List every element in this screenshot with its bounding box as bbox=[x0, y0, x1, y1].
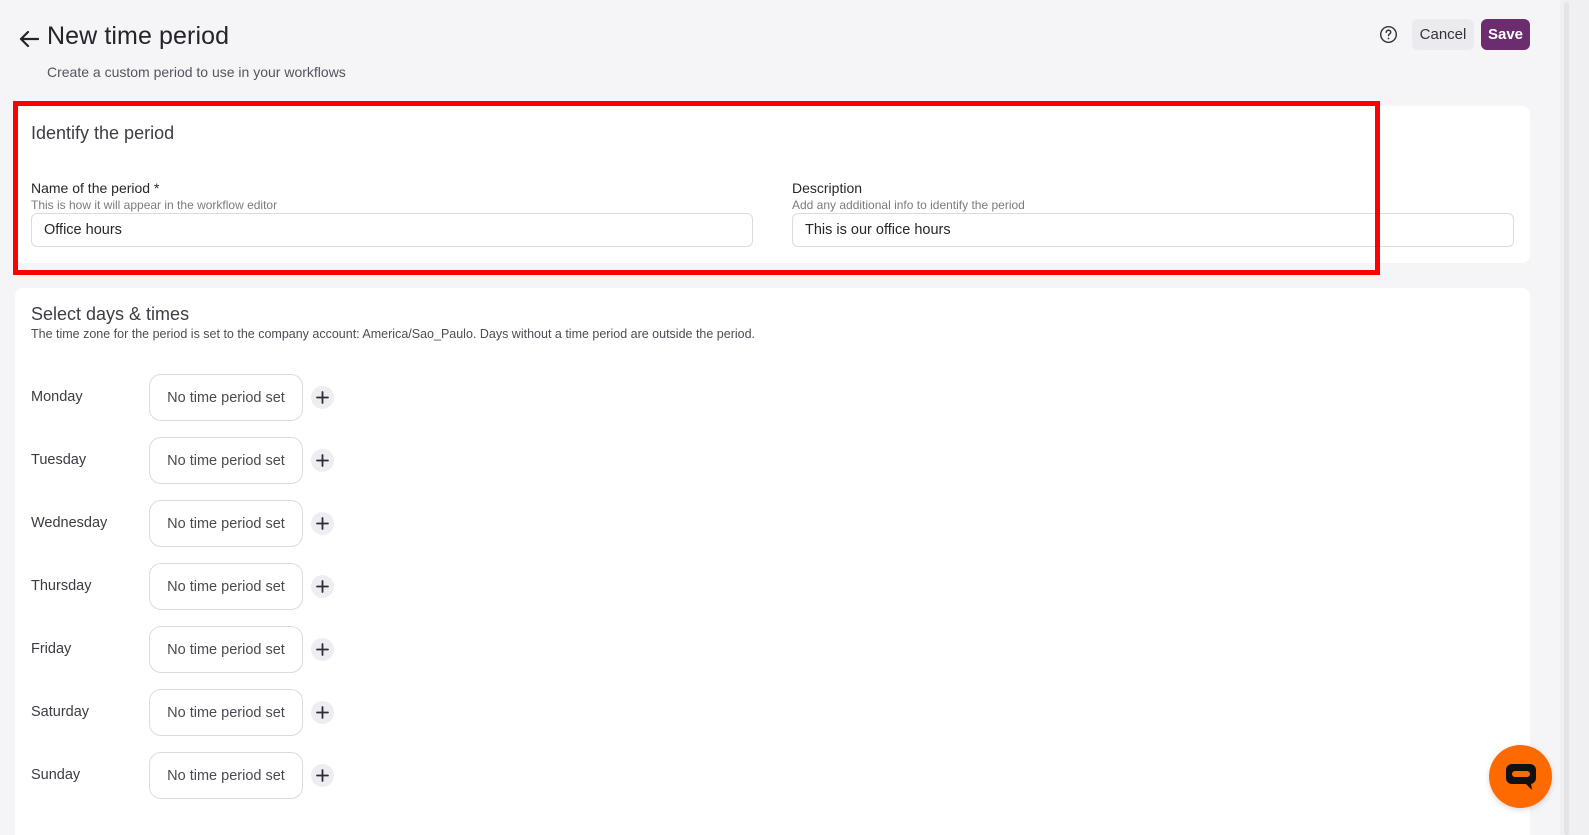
days-section-title: Select days & times bbox=[31, 304, 190, 324]
description-field-help: Add any additional info to identify the … bbox=[792, 198, 1025, 212]
day-label: Friday bbox=[31, 641, 72, 657]
day-row-monday: Monday No time period set bbox=[15, 374, 415, 422]
period-name-input[interactable] bbox=[31, 213, 753, 247]
time-period-pill[interactable]: No time period set bbox=[149, 374, 303, 421]
day-row-thursday: Thursday No time period set bbox=[15, 563, 415, 611]
day-row-sunday: Sunday No time period set bbox=[15, 752, 415, 800]
plus-icon bbox=[316, 580, 329, 593]
cancel-button[interactable]: Cancel bbox=[1412, 19, 1474, 50]
time-period-pill[interactable]: No time period set bbox=[149, 437, 303, 484]
arrow-left-icon bbox=[19, 30, 39, 48]
name-field-label: Name of the period * bbox=[31, 180, 160, 196]
description-input[interactable] bbox=[792, 213, 1514, 247]
add-time-period-button[interactable] bbox=[311, 764, 334, 787]
add-time-period-button[interactable] bbox=[311, 386, 334, 409]
add-time-period-button[interactable] bbox=[311, 449, 334, 472]
page: New time period Create a custom period t… bbox=[0, 0, 1589, 835]
time-period-pill[interactable]: No time period set bbox=[149, 626, 303, 673]
chat-launcher-button[interactable] bbox=[1489, 745, 1552, 808]
day-label: Thursday bbox=[31, 578, 92, 594]
day-row-tuesday: Tuesday No time period set bbox=[15, 437, 415, 485]
plus-icon bbox=[316, 454, 329, 467]
add-time-period-button[interactable] bbox=[311, 638, 334, 661]
day-row-wednesday: Wednesday No time period set bbox=[15, 500, 415, 548]
description-field-label: Description bbox=[792, 180, 863, 196]
plus-icon bbox=[316, 643, 329, 656]
timezone-description: The time zone for the period is set to t… bbox=[31, 327, 756, 341]
time-period-pill[interactable]: No time period set bbox=[149, 752, 303, 799]
plus-icon bbox=[316, 517, 329, 530]
day-label: Saturday bbox=[31, 704, 90, 720]
page-subtitle: Create a custom period to use in your wo… bbox=[47, 64, 346, 80]
time-period-pill[interactable]: No time period set bbox=[149, 500, 303, 547]
save-button[interactable]: Save bbox=[1481, 19, 1530, 50]
days-times-card: Select days & times The time zone for th… bbox=[15, 288, 1530, 835]
plus-icon bbox=[316, 706, 329, 719]
identify-section-title: Identify the period bbox=[31, 123, 175, 143]
page-title: New time period bbox=[47, 22, 230, 50]
add-time-period-button[interactable] bbox=[311, 512, 334, 535]
name-field-help: This is how it will appear in the workfl… bbox=[31, 198, 278, 212]
back-button[interactable] bbox=[18, 28, 40, 50]
day-label: Wednesday bbox=[31, 515, 108, 531]
day-row-friday: Friday No time period set bbox=[15, 626, 415, 674]
help-button[interactable] bbox=[1378, 24, 1398, 44]
add-time-period-button[interactable] bbox=[311, 701, 334, 724]
plus-icon bbox=[316, 391, 329, 404]
page-header: New time period Create a custom period t… bbox=[0, 0, 1560, 100]
time-period-pill[interactable]: No time period set bbox=[149, 563, 303, 610]
day-label: Tuesday bbox=[31, 452, 87, 468]
identify-period-card: Identify the period Name of the period *… bbox=[15, 106, 1530, 263]
question-circle-icon bbox=[1379, 25, 1397, 43]
day-row-saturday: Saturday No time period set bbox=[15, 689, 415, 737]
chat-bubble-icon bbox=[1505, 763, 1536, 790]
day-label: Sunday bbox=[31, 767, 81, 783]
time-period-pill[interactable]: No time period set bbox=[149, 689, 303, 736]
add-time-period-button[interactable] bbox=[311, 575, 334, 598]
plus-icon bbox=[316, 769, 329, 782]
day-label: Monday bbox=[31, 389, 83, 405]
scrollbar-thumb[interactable] bbox=[1564, 2, 1569, 835]
